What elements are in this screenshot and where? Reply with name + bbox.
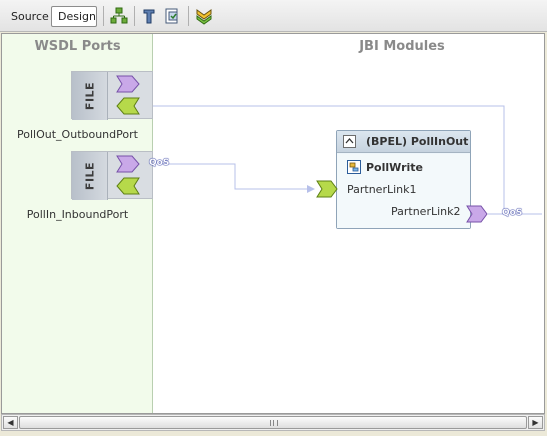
bpel-module-header: (BPEL) PollInOut <box>337 131 470 153</box>
partnerlink-1-consume-icon[interactable] <box>315 180 339 198</box>
bpel-module-title: (BPEL) PollInOut <box>366 135 469 148</box>
expand-all-icon[interactable] <box>195 7 213 25</box>
port-outbound[interactable]: FILE <box>71 71 153 120</box>
provide-endpoint-icon <box>116 75 140 93</box>
toolbar-separator <box>134 6 135 26</box>
connection-inbound <box>162 163 307 190</box>
process-name[interactable]: PollWrite <box>366 161 423 174</box>
bpel-module[interactable]: (BPEL) PollInOut PollWrite PartnerLink1 … <box>336 130 471 229</box>
tab-source[interactable]: Source <box>4 6 49 27</box>
scroll-thumb[interactable] <box>19 416 527 429</box>
scroll-right-button[interactable]: ▶ <box>528 416 543 429</box>
port-inbound[interactable]: FILE <box>71 151 153 200</box>
collapse-icon[interactable] <box>343 135 356 148</box>
tab-design[interactable]: Design <box>51 6 97 27</box>
horizontal-scrollbar[interactable]: ◀ ▶ <box>1 414 545 431</box>
test-icon[interactable] <box>141 7 159 25</box>
toolbar-separator <box>103 6 104 26</box>
qos-badge-inbound[interactable]: QoS <box>149 158 169 168</box>
consume-endpoint-icon <box>116 97 140 115</box>
layout-icon[interactable] <box>110 7 128 25</box>
arrowhead-right <box>307 185 315 193</box>
scroll-left-button[interactable]: ◀ <box>3 416 18 429</box>
provide-endpoint-icon <box>116 155 140 173</box>
qos-badge-outbound[interactable]: QoS <box>502 208 522 218</box>
file-binding-label: FILE <box>72 72 108 120</box>
deploy-icon[interactable] <box>163 7 181 25</box>
port-name-outbound: PollOut_OutboundPort <box>17 128 138 141</box>
port-name-inbound: PollIn_InboundPort <box>26 208 129 221</box>
designer-toolbar: Source Design <box>0 0 547 32</box>
casa-canvas[interactable]: WSDL Ports JBI Modules FILE PollOut_Outb… <box>1 33 545 414</box>
bpel-module-body: PollWrite PartnerLink1 PartnerLink2 <box>337 154 470 228</box>
port-endpoints <box>116 155 140 195</box>
port-endpoints <box>116 75 140 115</box>
partnerlink-1[interactable]: PartnerLink1 <box>347 183 417 196</box>
partnerlink-2[interactable]: PartnerLink2 <box>391 205 461 218</box>
toolbar-separator <box>188 6 189 26</box>
file-binding-label: FILE <box>72 152 108 200</box>
grip-icon <box>270 420 278 426</box>
partnerlink-2-provide-icon[interactable] <box>465 205 489 223</box>
process-icon <box>347 160 361 174</box>
consume-endpoint-icon <box>116 177 140 195</box>
